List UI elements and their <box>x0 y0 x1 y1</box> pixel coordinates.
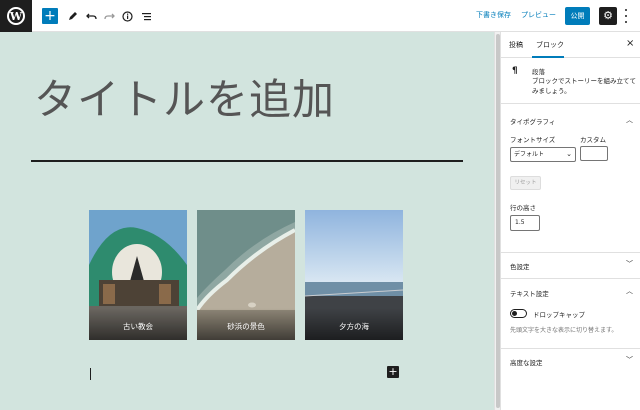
inline-add-block-button[interactable]: + <box>387 366 399 378</box>
close-icon[interactable]: × <box>626 38 634 49</box>
drop-cap-label: ドロップキャップ <box>533 311 585 319</box>
settings-sidebar: 投稿 ブロック × ¶ 段落 ブロックでストーリーを組み立ててみましょう。 タイ… <box>500 32 640 410</box>
divider <box>501 348 640 349</box>
tab-post[interactable]: 投稿 <box>509 40 523 50</box>
gallery-caption: 古い教会 <box>89 308 187 340</box>
toggle-knob <box>512 311 517 316</box>
wordpress-logo-button[interactable]: W <box>0 0 32 32</box>
custom-size-label: カスタム <box>580 136 606 144</box>
chevron-up-icon[interactable]: ︿ <box>626 286 633 296</box>
top-toolbar: W + 下書き保存 プレビュー 公開 ⚙ <box>0 0 640 32</box>
wordpress-logo-icon: W <box>7 7 25 25</box>
font-size-value: デフォルト <box>514 151 545 158</box>
separator-block[interactable] <box>31 160 463 162</box>
chevron-down-icon[interactable]: ﹀ <box>626 355 633 365</box>
more-options-icon[interactable] <box>622 9 630 23</box>
paragraph-cursor[interactable] <box>90 368 91 380</box>
save-draft-button[interactable]: 下書き保存 <box>476 10 511 20</box>
reset-button[interactable]: リセット <box>510 176 541 190</box>
color-settings-panel-toggle[interactable]: 色設定 <box>510 261 530 271</box>
paragraph-icon: ¶ <box>512 66 518 76</box>
list-view-icon[interactable] <box>138 8 154 24</box>
gallery-image-evening-sea[interactable]: 夕方の海 <box>305 210 403 340</box>
chevron-down-icon[interactable]: ﹀ <box>626 259 633 269</box>
divider <box>501 278 640 279</box>
typography-panel-toggle[interactable]: タイポグラフィ <box>510 116 555 126</box>
drop-cap-help: 先頭文字を大きな表示に切り替えます。 <box>510 327 618 334</box>
divider <box>501 252 640 253</box>
preview-button[interactable]: プレビュー <box>521 10 556 20</box>
tab-block[interactable]: ブロック <box>536 40 564 50</box>
redo-icon[interactable] <box>101 8 117 24</box>
chevron-up-icon[interactable]: ︿ <box>626 115 633 125</box>
block-title: 段落 <box>532 68 545 76</box>
editor-canvas: タイトルを追加 古い教会 砂浜の景色 夕方の海 + <box>0 32 494 410</box>
chevron-down-icon: ⌄ <box>566 150 572 158</box>
edit-tools-icon[interactable] <box>64 8 80 24</box>
undo-icon[interactable] <box>83 8 99 24</box>
line-height-label: 行の高さ <box>510 204 536 212</box>
drop-cap-toggle[interactable] <box>510 309 527 318</box>
block-description: ブロックでストーリーを組み立ててみましょう。 <box>532 77 636 95</box>
sidebar-tabs: 投稿 ブロック × <box>501 32 640 58</box>
gallery-caption: 夕方の海 <box>305 308 403 340</box>
gallery-caption: 砂浜の景色 <box>197 308 295 340</box>
custom-font-size-input[interactable] <box>580 146 608 161</box>
gallery-image-beach[interactable]: 砂浜の景色 <box>197 210 295 340</box>
font-size-select[interactable]: デフォルト ⌄ <box>510 147 576 162</box>
publish-button[interactable]: 公開 <box>565 7 590 25</box>
font-size-label: フォントサイズ <box>510 136 556 144</box>
gallery-image-church[interactable]: 古い教会 <box>89 210 187 340</box>
text-settings-panel-toggle[interactable]: テキスト設定 <box>510 288 549 298</box>
advanced-panel-toggle[interactable]: 高度な設定 <box>510 357 543 367</box>
info-icon[interactable] <box>119 8 135 24</box>
settings-gear-icon[interactable]: ⚙ <box>599 7 617 25</box>
post-title-field[interactable]: タイトルを追加 <box>34 66 335 127</box>
line-height-input[interactable]: 1.5 <box>510 215 540 231</box>
add-block-button[interactable]: + <box>42 8 58 24</box>
block-card: ¶ 段落 ブロックでストーリーを組み立ててみましょう。 <box>501 58 640 104</box>
